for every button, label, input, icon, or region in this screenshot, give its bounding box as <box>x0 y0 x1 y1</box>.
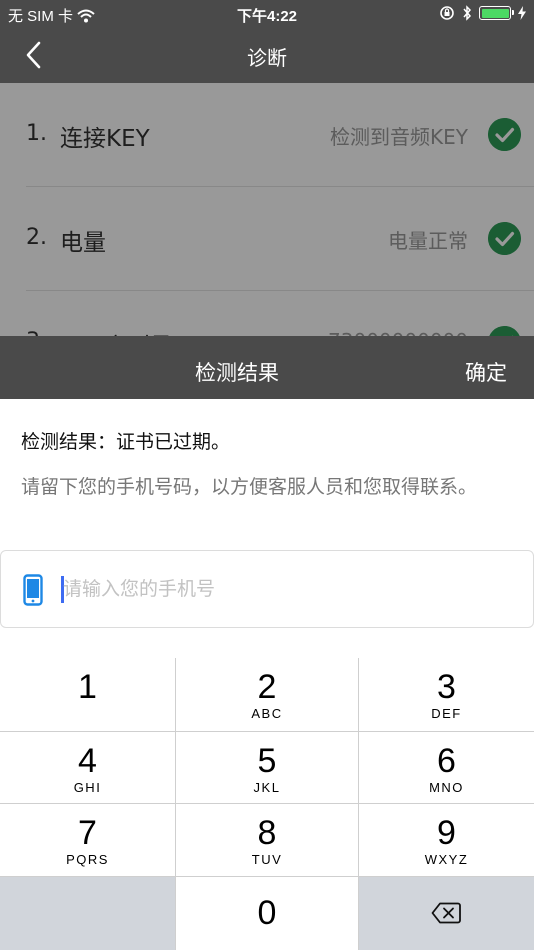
key-letters: PQRS <box>66 852 109 867</box>
navigation-bar: 诊断 <box>0 28 534 83</box>
backspace-icon <box>431 902 461 924</box>
key-digit: 3 <box>437 668 456 706</box>
result-sheet-header: 检测结果 确定 <box>0 336 534 399</box>
status-right <box>439 5 526 21</box>
key-digit: 1 <box>78 668 97 706</box>
orientation-lock-icon <box>440 6 454 20</box>
page-title: 诊断 <box>247 46 287 70</box>
key-digit: 0 <box>257 894 277 932</box>
phone-input[interactable] <box>63 569 503 609</box>
key-4[interactable]: 4 GHI <box>0 732 176 804</box>
key-5[interactable]: 5 JKL <box>176 732 359 804</box>
mobile-phone-icon <box>23 574 43 606</box>
hint-text: 请留下您的手机号码，以方便客服人员和您取得联系。 <box>21 476 478 498</box>
key-letters: WXYZ <box>424 852 469 867</box>
charging-icon <box>518 6 526 20</box>
key-digit: 8 <box>257 814 277 852</box>
key-digit: 7 <box>78 814 97 852</box>
key-digit: 9 <box>437 814 456 852</box>
key-digit: 4 <box>78 742 97 780</box>
result-sheet-content: 检测结果：证书已过期。 请留下您的手机号码，以方便客服人员和您取得联系。 <box>0 399 534 658</box>
key-7[interactable]: 7 PQRS <box>0 804 176 877</box>
key-blank <box>0 877 176 950</box>
delete-key[interactable] <box>359 877 534 950</box>
key-digit: 6 <box>437 742 456 780</box>
key-2[interactable]: 2 ABC <box>176 658 359 732</box>
key-digit: 5 <box>257 742 277 780</box>
key-6[interactable]: 6 MNO <box>359 732 534 804</box>
result-text: 检测结果：证书已过期。 <box>21 431 231 453</box>
key-1[interactable]: 1 <box>0 658 176 732</box>
key-digit: 2 <box>257 668 277 706</box>
phone-field[interactable] <box>0 550 534 628</box>
sheet-title: 检测结果 <box>195 361 279 385</box>
numeric-keypad: 1 2 ABC 3 DEF 4 GHI 5 JKL 6 MNO 7 PQRS 8… <box>0 658 534 950</box>
key-8[interactable]: 8 TUV <box>176 804 359 877</box>
battery-icon <box>479 6 514 20</box>
bluetooth-icon <box>463 5 472 21</box>
key-0[interactable]: 0 <box>176 877 359 950</box>
key-3[interactable]: 3 DEF <box>359 658 534 732</box>
key-letters: JKL <box>253 780 281 795</box>
key-letters: MNO <box>429 780 464 795</box>
key-letters: GHI <box>73 780 102 795</box>
dim-overlay[interactable] <box>0 83 534 336</box>
key-letters: DEF <box>431 706 462 721</box>
key-letters: TUV <box>251 852 283 867</box>
key-9[interactable]: 9 WXYZ <box>359 804 534 877</box>
confirm-button[interactable]: 确定 <box>465 357 507 387</box>
status-bar: 无 SIM 卡 下午4:22 <box>0 0 534 28</box>
key-letters: ABC <box>251 706 283 721</box>
